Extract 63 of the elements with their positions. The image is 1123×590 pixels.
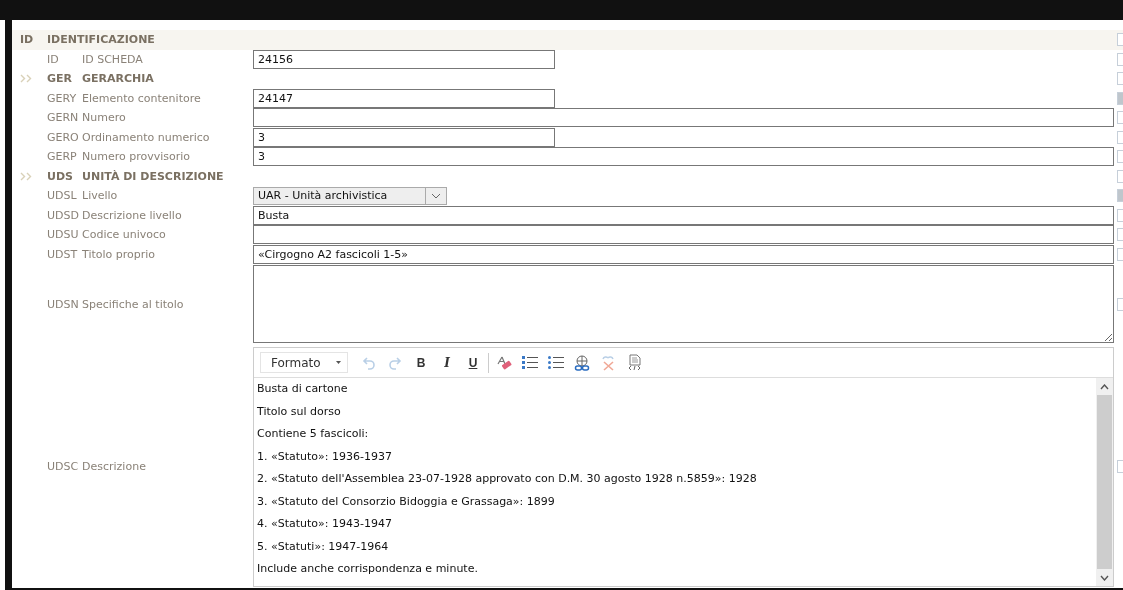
section-code: UDS [47,169,73,183]
field-code: GERO [47,130,79,144]
input-field[interactable] [253,225,1114,245]
caret-icon [336,361,341,364]
scroll-down-icon[interactable] [1100,574,1109,581]
field-label: ID SCHEDA [82,52,143,66]
field-code: ID [47,52,59,66]
field-code: UDSD [47,208,79,222]
text-area[interactable] [253,265,1114,343]
field-label: Descrizione [82,459,146,473]
field-label: Numero [82,111,126,125]
field-label: Livello [82,189,118,203]
input-field[interactable]: 3 [253,127,555,147]
field-label: Numero provvisorio [82,150,191,164]
format-dropdown[interactable]: Formato [260,352,348,373]
numbered-list-icon[interactable] [522,355,538,370]
input-field[interactable]: 24147 [253,88,555,108]
field-label: Specifiche al titolo [82,298,184,311]
scroll-up-icon[interactable] [1100,383,1109,390]
bulleted-list-icon[interactable] [548,355,564,370]
field-label: Elemento contenitore [82,91,201,105]
text-line: Contiene 5 fascicoli: [257,426,370,442]
input-field[interactable]: «Cirgogno A2 fascicoli 1-5» [253,244,1114,264]
text-line: 5. «Statuti»: 1947-1964 [257,538,390,555]
bold-button[interactable]: B [410,352,432,373]
text-line: 2. «Statuto dell'Assemblea 23-07-1928 approvato con D.M. 30 agosto 1928 n.5859»: 1928 [257,471,758,487]
rich-text-editor[interactable] [253,347,1114,587]
section-title: UNITÀ DI DESCRIZIONE [82,169,224,183]
field-code: UDSN [47,298,79,311]
input-field[interactable]: 3 [253,147,1114,167]
globe-link-icon[interactable] [574,354,590,371]
field-code: UDSC [47,459,79,473]
field-code: UDSL [47,189,77,203]
text-line: Titolo sul dorso [257,403,342,420]
eraser-icon[interactable] [496,354,512,371]
level-dropdown[interactable]: UAR - Unità archivistica [253,186,447,205]
section-code: ID [20,33,34,47]
input-field[interactable]: Busta [253,205,1114,225]
field-label: Codice univoco [82,228,166,242]
source-code-icon[interactable] [626,354,642,371]
field-code: GERP [47,150,77,164]
section-title: GERARCHIA [82,72,154,86]
field-code: UDST [47,247,78,261]
double-chevron-icon[interactable] [20,171,34,181]
field-label: Titolo proprio [82,247,156,261]
field-label: Descrizione livello [82,208,182,222]
text-line: 3. «Statuto del Consorzio Bidoggia e Grassaga»: 1899 [257,493,556,510]
italic-button[interactable]: I [436,352,458,373]
section-code: GER [47,72,72,86]
text-line: Busta di cartone [257,381,349,397]
text-line: 1. «Statuto»: 1936-1937 [257,448,393,465]
text-line: 4. «Statuto»: 1943-1947 [257,516,393,532]
chevron-down-icon [431,192,441,199]
underline-button[interactable]: U [462,352,484,373]
double-chevron-icon[interactable] [20,74,34,84]
field-code: GERY [47,91,77,105]
input-field[interactable] [253,108,1114,128]
scrollbar[interactable] [1096,378,1113,586]
field-code: GERN [47,111,79,125]
text-line: Include anche corrispondenza e minute. [257,561,479,577]
field-code: UDSU [47,228,79,242]
field-label: Ordinamento numerico [82,130,210,144]
section-title: IDENTIFICAZIONE [47,33,155,47]
